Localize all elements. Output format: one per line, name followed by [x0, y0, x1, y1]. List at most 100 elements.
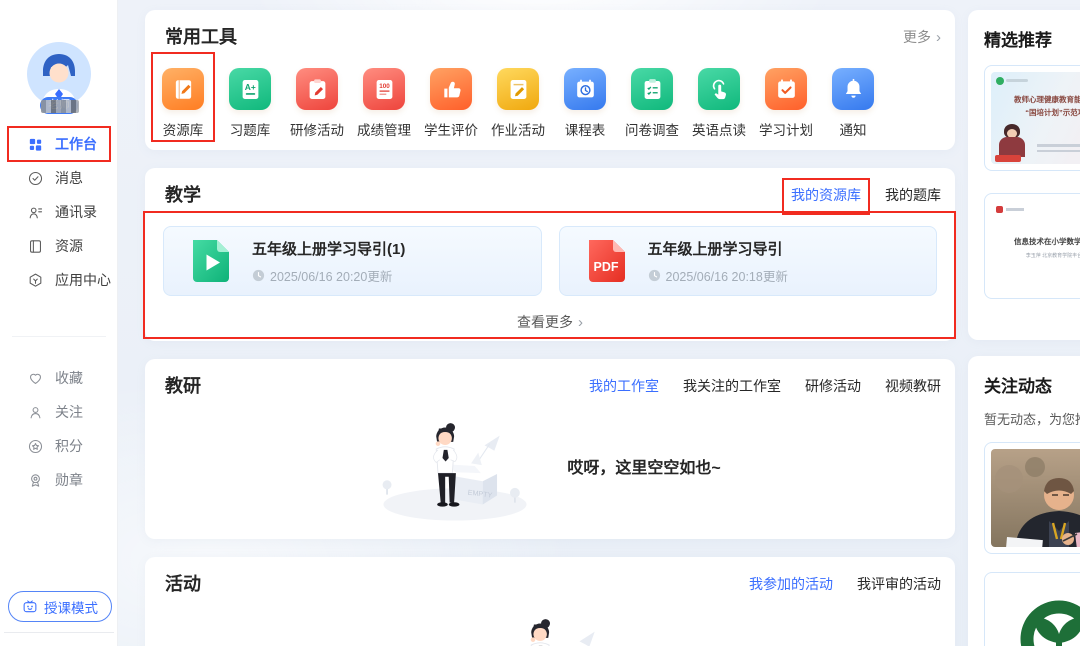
sidebar-item-label: 通讯录 — [55, 202, 97, 222]
heart-icon — [27, 370, 44, 387]
tool-survey[interactable]: 问卷调查 — [622, 68, 682, 139]
tool-study-plan[interactable]: 学习计划 — [756, 68, 816, 139]
clipboard-checklist-icon — [639, 76, 666, 103]
tool-training-activity[interactable]: 研修活动 — [287, 68, 347, 139]
teaching-mode-button[interactable]: 授课模式 — [8, 591, 112, 622]
thumbs-up-icon — [438, 76, 465, 103]
clock-icon — [252, 269, 265, 282]
activity-card: 活动 我参加的活动 我评审的活动 — [145, 557, 955, 646]
sidebar-item-contacts[interactable]: 通讯录 — [0, 195, 118, 229]
resource-item-pdf[interactable]: PDF 五年级上册学习导引 2025/06/16 20:18更新 — [559, 226, 938, 296]
tab-my-question-bank[interactable]: 我的题库 — [885, 185, 941, 205]
sidebar-item-resources[interactable]: 资源 — [0, 229, 118, 263]
recommend-slide-it-math: 信息技术在小学数学教学中 李玉萍 北京教育学院丰台分院 — [991, 200, 1080, 292]
conference-photo — [991, 449, 1080, 547]
resource-updated: 2025/06/16 20:20更新 — [252, 266, 405, 285]
follow-feed-title: 关注动态 — [984, 372, 1080, 397]
resource-title: 五年级上册学习导引(1) — [252, 238, 405, 259]
recommend-item-2[interactable]: 信息技术在小学数学教学中 李玉萍 北京教育学院丰台分院 — [984, 193, 1080, 299]
contacts-icon — [27, 204, 44, 221]
green-sprout-logo — [991, 579, 1080, 646]
resource-item-video[interactable]: 五年级上册学习导引(1) 2025/06/16 20:20更新 — [163, 226, 542, 296]
sidebar-item-points[interactable]: 积分 — [0, 429, 118, 463]
tab-my-joined-activities[interactable]: 我参加的活动 — [749, 574, 833, 594]
score-100-icon: 100 — [371, 76, 398, 103]
tool-exercise-bank[interactable]: A+ 习题库 — [220, 68, 280, 139]
sidebar-item-label: 工作台 — [55, 134, 97, 154]
tab-followed-studios[interactable]: 我关注的工作室 — [683, 376, 781, 396]
tab-my-resource-library[interactable]: 我的资源库 — [791, 185, 861, 205]
sidebar-item-label: 资源 — [55, 236, 83, 256]
tools-row: 资源库 A+ 习题库 研修活动 — [153, 68, 955, 139]
secondary-nav: 收藏 关注 积分 勋章 — [0, 361, 118, 497]
tool-timetable[interactable]: 课程表 — [555, 68, 615, 139]
sidebar-divider — [12, 336, 106, 337]
tools-more-link[interactable]: 更多› — [903, 27, 941, 47]
presenter-name-tag — [995, 155, 1021, 162]
activity-empty-state — [145, 603, 955, 646]
view-more-link[interactable]: 查看更多› — [145, 312, 955, 332]
follow-item-photo[interactable] — [984, 442, 1080, 554]
tab-training-activities[interactable]: 研修活动 — [805, 376, 861, 396]
tool-resource-library[interactable]: 资源库 — [153, 68, 213, 139]
tool-english-reading[interactable]: 英语点读 — [689, 68, 749, 139]
common-tools-card: 常用工具 更多› 资源库 A+ 习题库 — [145, 10, 955, 150]
sidebar-item-label: 消息 — [55, 168, 83, 188]
grid-icon — [27, 136, 44, 153]
tool-grade-management[interactable]: 100 成绩管理 — [354, 68, 414, 139]
sidebar-item-medals[interactable]: 勋章 — [0, 463, 118, 497]
sidebar-item-label: 关注 — [55, 402, 83, 422]
sidebar-item-label: 应用中心 — [55, 270, 111, 290]
recommend-card: 精选推荐 教师心理健康教育能力提升 “国培计划”示范项目 — [968, 10, 1080, 340]
tab-my-studio[interactable]: 我的工作室 — [589, 376, 659, 396]
left-sidebar: 老师 工作台 消息 通讯录 — [0, 0, 118, 646]
primary-nav: 工作台 消息 通讯录 资源 应用中心 — [0, 127, 118, 297]
book-pencil-icon — [170, 76, 197, 103]
calendar-check-icon — [773, 76, 800, 103]
slide-logo-icon — [996, 77, 1004, 85]
chevron-right-icon: › — [936, 29, 941, 46]
pdf-file-icon: PDF — [582, 236, 632, 286]
sidebar-item-favorites[interactable]: 收藏 — [0, 361, 118, 395]
empty-state-text: 哎呀，这里空空如也~ — [567, 454, 720, 478]
a-plus-doc-icon: A+ — [237, 76, 264, 103]
app-center-icon — [27, 272, 44, 289]
research-card: 教研 我的工作室 我关注的工作室 研修活动 视频教研 EMPTY — [145, 359, 955, 539]
follow-item-logo[interactable] — [984, 572, 1080, 646]
tool-homework-activity[interactable]: 作业活动 — [488, 68, 548, 139]
sidebar-item-app-center[interactable]: 应用中心 — [0, 263, 118, 297]
recommend-slide-psych: 教师心理健康教育能力提升 “国培计划”示范项目 — [991, 72, 1080, 164]
teaching-card: 教学 我的资源库 我的题库 五年级上册学习导引(1) — [145, 168, 955, 341]
sidebar-item-messages[interactable]: 消息 — [0, 161, 118, 195]
tool-notification[interactable]: 通知 — [823, 68, 883, 139]
star-circle-icon — [27, 438, 44, 455]
follow-feed-card: 关注动态 暂无动态，为您推荐 — [968, 356, 1080, 646]
chevron-right-icon: › — [578, 314, 583, 331]
sidebar-bottom-divider — [4, 632, 114, 633]
svg-text:100: 100 — [379, 82, 390, 89]
recommend-title: 精选推荐 — [984, 26, 1080, 51]
activity-title: 活动 — [165, 571, 201, 597]
calendar-clock-icon — [572, 76, 599, 103]
tool-student-evaluation[interactable]: 学生评价 — [421, 68, 481, 139]
medal-icon — [27, 472, 44, 489]
follow-empty-text: 暂无动态，为您推荐 — [984, 409, 1080, 428]
user-avatar[interactable]: 老师 — [27, 42, 91, 106]
tab-my-reviewed-activities[interactable]: 我评审的活动 — [857, 574, 941, 594]
hand-tap-icon — [706, 76, 733, 103]
teaching-mode-label: 授课模式 — [44, 597, 98, 617]
research-title: 教研 — [165, 373, 201, 399]
svg-text:PDF: PDF — [593, 260, 618, 274]
tab-video-research[interactable]: 视频教研 — [885, 376, 941, 396]
sidebar-item-label: 勋章 — [55, 470, 83, 490]
teaching-title: 教学 — [165, 182, 201, 208]
person-icon — [27, 404, 44, 421]
empty-state-illustration: EMPTY — [379, 407, 531, 525]
check-circle-icon — [27, 170, 44, 187]
slide-logo-icon — [996, 206, 1003, 213]
sidebar-item-workbench[interactable]: 工作台 — [0, 127, 118, 161]
user-name-redacted — [41, 100, 79, 113]
recommend-item-1[interactable]: 教师心理健康教育能力提升 “国培计划”示范项目 — [984, 65, 1080, 171]
clipboard-pen-icon — [304, 76, 331, 103]
sidebar-item-following[interactable]: 关注 — [0, 395, 118, 429]
